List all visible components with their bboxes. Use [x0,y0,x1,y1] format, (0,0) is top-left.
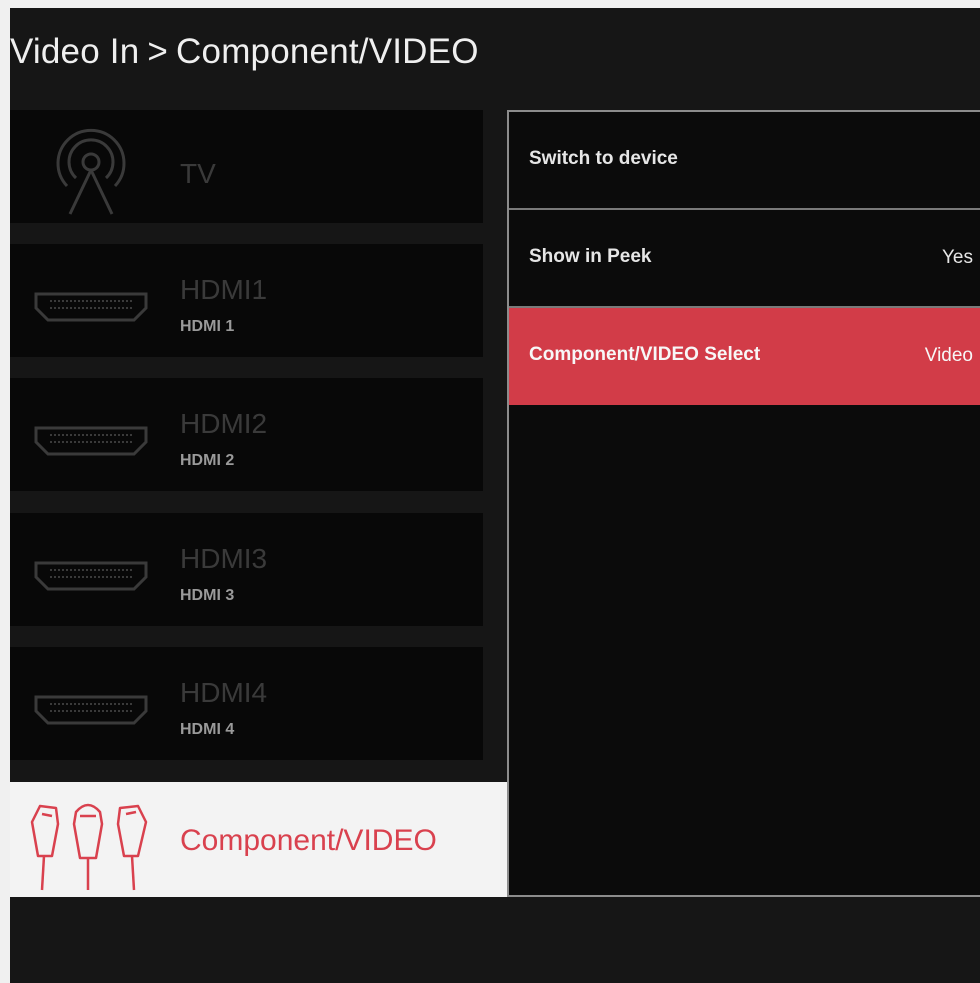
source-item-hdmi1[interactable]: HDMI1 HDMI 1 [10,244,483,357]
source-sub-label: HDMI 3 [180,587,235,604]
breadcrumb-current: Component/VIDEO [176,32,479,71]
option-value: Yes [942,247,973,268]
antenna-icon [32,128,150,215]
source-item-component-video[interactable]: Component/VIDEO [10,782,510,897]
options-panel: Switch to device Show in Peek Yes Compon… [507,110,980,897]
option-show-in-peek[interactable]: Show in Peek Yes [509,210,980,308]
source-name: HDMI2 [180,408,268,439]
source-sub-label: HDMI 2 [180,452,235,469]
hdmi-port-icon [32,264,150,340]
source-item-hdmi2[interactable]: HDMI2 HDMI 2 [10,378,483,491]
hdmi-port-icon [32,667,150,743]
source-name: HDMI1 [180,274,268,305]
source-sub-label: HDMI 1 [180,318,235,335]
page-title: Video In > Component/VIDEO [10,32,479,72]
option-value: Video [924,345,973,366]
source-name: HDMI3 [180,543,268,574]
rca-cables-icon [22,794,162,894]
hdmi-port-icon [32,533,150,609]
option-label: Component/VIDEO Select [529,344,761,365]
source-item-hdmi3[interactable]: HDMI3 HDMI 3 [10,513,483,626]
option-label: Show in Peek [529,246,652,267]
breadcrumb-parent: Video In [10,32,140,71]
source-name: HDMI4 [180,677,268,708]
option-switch-to-device[interactable]: Switch to device [509,112,980,210]
source-sub-label: HDMI 4 [180,721,235,738]
app-screen: Video In > Component/VIDEO TV HDMI1 HDMI… [10,8,980,983]
source-item-hdmi4[interactable]: HDMI4 HDMI 4 [10,647,483,760]
source-item-tv[interactable]: TV [10,110,483,223]
source-name: TV [180,158,216,189]
option-component-video-select[interactable]: Component/VIDEO Select Video [509,308,980,405]
hdmi-port-icon [32,398,150,474]
breadcrumb-separator: > [147,32,169,71]
source-name: Component/VIDEO [180,824,437,857]
option-label: Switch to device [529,148,678,169]
